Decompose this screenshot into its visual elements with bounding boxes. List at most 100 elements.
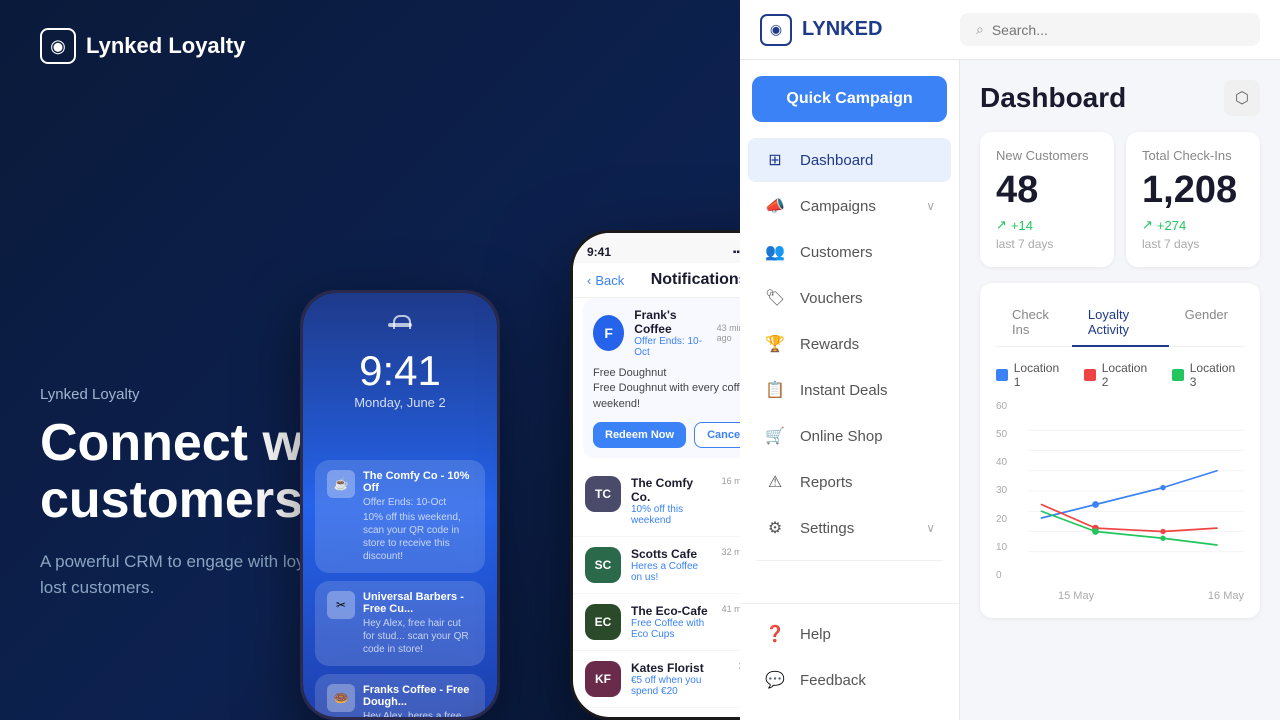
stat-value-checkins: 1,208 bbox=[1142, 171, 1244, 209]
sidebar: Quick Campaign ⊞ Dashboard 📣 Campaigns ∨… bbox=[740, 60, 960, 720]
sidebar-label-rewards: Rewards bbox=[800, 336, 935, 353]
legend-dot-3 bbox=[1172, 369, 1184, 381]
sidebar-item-reports[interactable]: ⚠ Reports bbox=[748, 460, 951, 504]
notif-avatar-2: SC bbox=[585, 547, 621, 583]
expanded-notif-name: Frank's Coffee bbox=[634, 308, 706, 336]
line-location-2 bbox=[1042, 505, 1218, 532]
chart-tab-checkins[interactable]: Check Ins bbox=[996, 299, 1072, 347]
expanded-notification: F Frank's Coffee Offer Ends: 10-Oct 43 m… bbox=[583, 298, 740, 458]
dashboard-header: Dashboard ⬡ bbox=[980, 80, 1260, 116]
sidebar-item-feedback[interactable]: 💬 Feedback bbox=[748, 658, 951, 702]
help-icon: ❓ bbox=[764, 624, 786, 644]
stat-change-new-customers: ↗ +14 bbox=[996, 217, 1098, 233]
expanded-notif-message: Free DoughnutFree Doughnut with every co… bbox=[593, 366, 740, 412]
chart-container: 60 50 40 30 20 10 0 bbox=[996, 401, 1244, 602]
stat-label-checkins: Total Check-Ins bbox=[1142, 148, 1244, 163]
stat-label-new-customers: New Customers bbox=[996, 148, 1098, 163]
stat-change-value: +14 bbox=[1011, 218, 1033, 233]
search-bar[interactable]: ⌕ bbox=[960, 13, 1260, 46]
sidebar-item-instant-deals[interactable]: 📋 Instant Deals bbox=[748, 368, 951, 412]
legend-label-1: Location 1 bbox=[1014, 361, 1068, 389]
notif-content-3: The Eco-Cafe Free Coffee with Eco Cups bbox=[631, 604, 712, 640]
phone-bg-time: 9:41 bbox=[359, 347, 441, 395]
notif-card-title-3: Franks Coffee - Free Dough... bbox=[363, 684, 473, 708]
notif-avatar-1: TC bbox=[585, 476, 621, 512]
sidebar-label-instant-deals: Instant Deals bbox=[800, 382, 935, 399]
phone-front-screen: 9:41 ▪▪▪ WiFi 🔋 ‹ Back Notifications bbox=[573, 233, 740, 717]
dot-loc2-2 bbox=[1160, 529, 1165, 534]
sidebar-item-vouchers[interactable]: 🏷 Vouchers bbox=[748, 276, 951, 320]
sidebar-item-customers[interactable]: 👥 Customers bbox=[748, 230, 951, 274]
top-nav-logo-icon: ◉ bbox=[760, 14, 792, 46]
vouchers-icon: 🏷 bbox=[764, 288, 786, 308]
notification-item-4[interactable]: KF Kates Florist €5 off when you spend €… bbox=[573, 651, 740, 708]
hero-logo: ◉ Lynked Loyalty bbox=[40, 28, 245, 64]
y-labels-inner: 60 50 40 30 20 10 0 bbox=[996, 401, 1024, 581]
y-label-50: 50 bbox=[996, 429, 1020, 440]
sidebar-item-rewards[interactable]: 🏆 Rewards bbox=[748, 322, 951, 366]
expanded-notif-avatar: F bbox=[593, 315, 624, 351]
expanded-notif-tag: Offer Ends: 10-Oct bbox=[634, 336, 706, 358]
chart-svg bbox=[1028, 401, 1244, 581]
main-content: Quick Campaign ⊞ Dashboard 📣 Campaigns ∨… bbox=[740, 60, 1280, 720]
customers-icon: 👥 bbox=[764, 242, 786, 262]
chart-tab-loyalty[interactable]: Loyalty Activity bbox=[1072, 299, 1169, 347]
x-label-15-may: 15 May bbox=[1058, 590, 1094, 602]
sidebar-label-dashboard: Dashboard bbox=[800, 152, 935, 169]
sidebar-item-settings[interactable]: ⚙ Settings ∨ bbox=[748, 506, 951, 550]
notification-cards: ☕ The Comfy Co - 10% Off Offer Ends: 10-… bbox=[315, 460, 485, 720]
expanded-notif-header: F Frank's Coffee Offer Ends: 10-Oct 43 m… bbox=[593, 308, 740, 358]
notif-card-2: ✂ Universal Barbers - Free Cu... Hey Ale… bbox=[315, 581, 485, 666]
phone-front: 9:41 ▪▪▪ WiFi 🔋 ‹ Back Notifications bbox=[570, 230, 740, 720]
stats-row: New Customers 48 ↗ +14 last 7 days Total… bbox=[980, 132, 1260, 267]
trend-up-icon-2: ↗ bbox=[1142, 217, 1153, 233]
sidebar-item-dashboard[interactable]: ⊞ Dashboard bbox=[748, 138, 951, 182]
sidebar-label-online-shop: Online Shop bbox=[800, 428, 935, 445]
notif-name-3: The Eco-Cafe bbox=[631, 604, 712, 618]
stat-change-checkins: ↗ +274 bbox=[1142, 217, 1244, 233]
notif-card-body: Offer Ends: 10-Oct bbox=[363, 496, 473, 509]
sidebar-item-online-shop[interactable]: 🛒 Online Shop bbox=[748, 414, 951, 458]
notif-card-icon-3: 🍩 bbox=[327, 684, 355, 712]
notif-avatar-4: KF bbox=[585, 661, 621, 697]
notif-offer-1: 10% off this weekend bbox=[631, 504, 712, 526]
legend-dot-2 bbox=[1084, 369, 1096, 381]
notification-item-3[interactable]: EC The Eco-Cafe Free Coffee with Eco Cup… bbox=[573, 594, 740, 651]
notif-content-2: Scotts Cafe Heres a Coffee on us! bbox=[631, 547, 712, 583]
legend-location-1: Location 1 bbox=[996, 361, 1068, 389]
hero-section: ◉ Lynked Loyalty Lynked Loyalty Connect … bbox=[0, 0, 740, 720]
phone-time: 9:41 bbox=[587, 245, 611, 259]
chart-tabs: Check Ins Loyalty Activity Gender bbox=[996, 299, 1244, 347]
y-label-0: 0 bbox=[996, 570, 1020, 581]
dot-loc1-1 bbox=[1092, 501, 1099, 508]
right-panel: ◉ LYNKED ⌕ Quick Campaign ⊞ Dashboard 📣 … bbox=[740, 0, 1280, 720]
reports-icon: ⚠ bbox=[764, 472, 786, 492]
stat-period-checkins: last 7 days bbox=[1142, 237, 1244, 251]
sidebar-label-vouchers: Vouchers bbox=[800, 290, 935, 307]
notification-item-1[interactable]: TC The Comfy Co. 10% off this weekend 16… bbox=[573, 466, 740, 537]
top-nav: ◉ LYNKED ⌕ bbox=[740, 0, 1280, 60]
hero-logo-icon: ◉ bbox=[40, 28, 76, 64]
legend-label-2: Location 2 bbox=[1102, 361, 1156, 389]
redeem-button[interactable]: Redeem Now bbox=[593, 422, 686, 448]
sidebar-item-campaigns[interactable]: 📣 Campaigns ∨ bbox=[748, 184, 951, 228]
legend-location-3: Location 3 bbox=[1172, 361, 1244, 389]
notification-item-2[interactable]: SC Scotts Cafe Heres a Coffee on us! 32 … bbox=[573, 537, 740, 594]
quick-campaign-button[interactable]: Quick Campaign bbox=[752, 76, 947, 122]
search-input[interactable] bbox=[992, 22, 1244, 38]
sidebar-label-help: Help bbox=[800, 626, 935, 643]
dot-loc3-2 bbox=[1160, 536, 1165, 541]
dashboard-export-icon[interactable]: ⬡ bbox=[1224, 80, 1260, 116]
notif-card-title: The Comfy Co - 10% Off bbox=[363, 470, 473, 494]
y-label-10: 10 bbox=[996, 542, 1020, 553]
cancel-button[interactable]: Cancel bbox=[694, 422, 740, 448]
chart-area: 15 May 16 May bbox=[1028, 401, 1244, 602]
phone-bg-date: Monday, June 2 bbox=[354, 395, 446, 410]
back-button[interactable]: ‹ Back bbox=[587, 273, 624, 288]
chart-tab-gender[interactable]: Gender bbox=[1169, 299, 1244, 347]
sidebar-item-help[interactable]: ❓ Help bbox=[748, 612, 951, 656]
sidebar-label-settings: Settings bbox=[800, 520, 912, 537]
phone-bg-screen: 9:41 Monday, June 2 ☕ The Comfy Co - 10%… bbox=[303, 293, 497, 717]
legend-location-2: Location 2 bbox=[1084, 361, 1156, 389]
stat-card-checkins: Total Check-Ins 1,208 ↗ +274 last 7 days bbox=[1126, 132, 1260, 267]
